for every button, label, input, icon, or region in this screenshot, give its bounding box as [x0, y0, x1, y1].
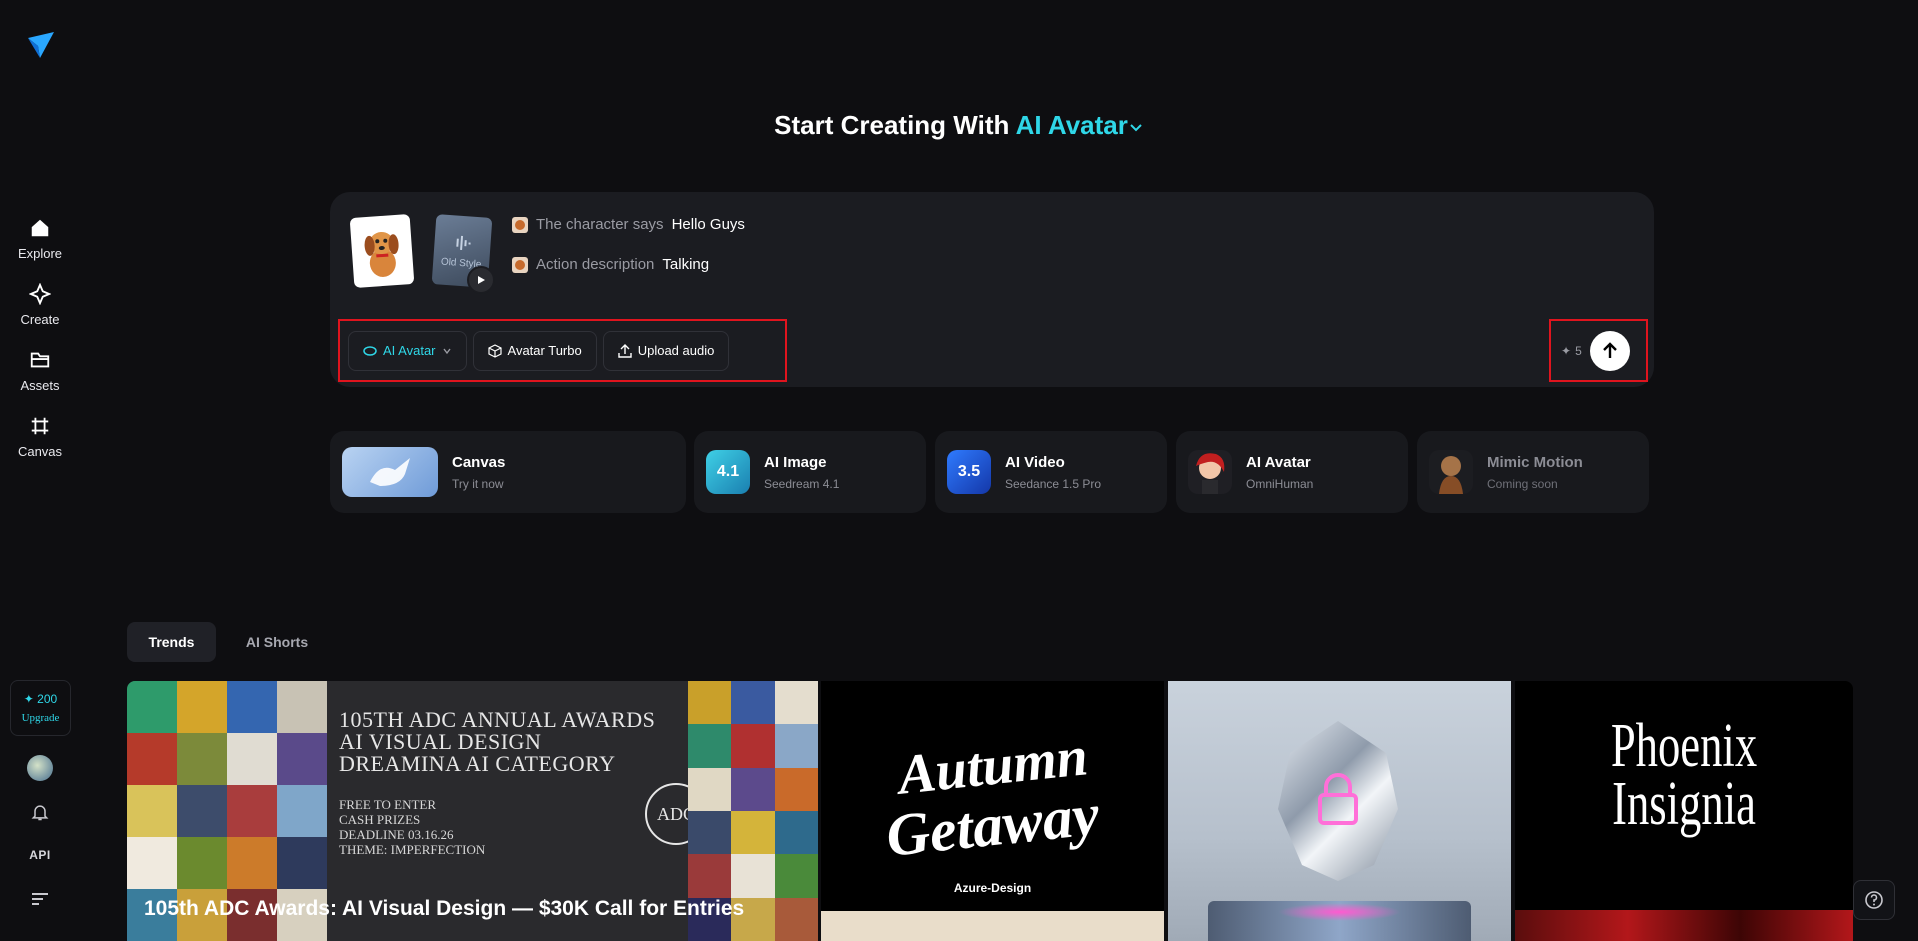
feature-subtitle: Coming soon	[1487, 476, 1558, 491]
trend-card-phoenix[interactable]: Phoenix Insignia	[1515, 681, 1853, 941]
seedream-icon: 4.1	[706, 450, 750, 494]
bell-icon[interactable]	[30, 802, 50, 822]
toolbar-highlight: AI Avatar Avatar Turbo Upload audio	[338, 319, 787, 382]
pedestal-glow	[1278, 903, 1401, 921]
trend-card-adc[interactable]: 105TH ADC ANNUAL AWARDS AI VISUAL DESIGN…	[127, 681, 818, 941]
credit-cost: ✦ 5	[1561, 343, 1582, 358]
sidebar-item-canvas[interactable]: Canvas	[0, 414, 80, 459]
autumn-next-preview	[821, 911, 1164, 941]
prompt-card: Old Style The character says Hello Guys …	[330, 192, 1654, 387]
prompt-key: The character says	[536, 216, 664, 233]
help-icon	[1865, 891, 1883, 909]
mimic-character-icon	[1429, 450, 1473, 494]
sidebar: Explore Create Assets Canvas ✦ 200 Upgra…	[0, 0, 80, 941]
mode-select-button[interactable]: AI Avatar	[348, 330, 467, 371]
feature-title: AI Avatar	[1246, 453, 1311, 471]
help-button[interactable]	[1853, 880, 1895, 920]
seedance-icon: 3.5	[947, 450, 991, 494]
feature-subtitle: Seedream 4.1	[764, 476, 840, 491]
upload-icon	[618, 343, 632, 358]
page-title: Start Creating With AI Avatar	[0, 110, 1918, 141]
phoenix-next-preview	[1515, 910, 1853, 941]
lock-icon	[1318, 773, 1358, 825]
folder-icon	[28, 348, 52, 372]
character-mini-icon	[512, 216, 528, 233]
waveform-icon	[456, 235, 471, 250]
chevron-down-icon	[1130, 124, 1142, 132]
feature-subtitle: Seedance 1.5 Pro	[1005, 476, 1102, 491]
action-description-line[interactable]: Action description Talking	[512, 256, 709, 273]
cube-icon	[487, 343, 502, 358]
canvas-icon	[28, 414, 52, 438]
pegasus-icon	[342, 447, 438, 497]
feature-title: Mimic Motion	[1487, 453, 1583, 471]
title-prefix: Start Creating With	[774, 110, 1010, 140]
credits-upgrade-box[interactable]: ✦ 200 Upgrade	[10, 680, 71, 736]
avatar-character-icon	[1188, 450, 1232, 494]
play-icon	[478, 276, 485, 284]
api-link[interactable]: API	[0, 848, 80, 862]
upload-audio-button[interactable]: Upload audio	[602, 330, 730, 371]
character-mini-icon	[512, 256, 528, 273]
generate-button[interactable]	[1589, 330, 1630, 371]
menu-icon[interactable]	[31, 892, 49, 906]
prompt-key: Action description	[536, 256, 655, 273]
dreamina-logo-icon[interactable]	[26, 30, 56, 60]
character-image-thumbnail[interactable]	[349, 213, 415, 289]
feature-canvas[interactable]: Canvas Try it now	[330, 431, 686, 513]
home-icon	[28, 216, 52, 240]
play-audio-button[interactable]	[467, 266, 495, 294]
avatar-mode-icon	[363, 345, 377, 356]
arrow-up-icon	[1602, 341, 1617, 358]
feature-mimic-motion[interactable]: Mimic Motion Coming soon	[1417, 431, 1649, 513]
avatar[interactable]	[27, 755, 53, 781]
upgrade-link[interactable]: Upgrade	[22, 712, 60, 724]
feature-title: AI Image	[764, 453, 827, 471]
dog-character-icon	[364, 232, 399, 277]
send-highlight: ✦ 5	[1549, 319, 1648, 382]
mode-dropdown[interactable]: AI Avatar	[1016, 110, 1144, 140]
sidebar-item-assets[interactable]: Assets	[0, 348, 80, 393]
feature-title: AI Video	[1005, 453, 1065, 471]
autumn-art: Autumn Getaway Azure-Design	[821, 681, 1164, 911]
adc-headline: 105TH ADC ANNUAL AWARDS AI VISUAL DESIGN…	[339, 707, 656, 776]
feature-ai-avatar[interactable]: AI Avatar OmniHuman	[1176, 431, 1408, 513]
credits-count: ✦ 200	[23, 692, 58, 706]
prompt-value[interactable]: Hello Guys	[672, 216, 745, 233]
sidebar-item-label: Assets	[20, 378, 60, 393]
sidebar-item-label: Canvas	[17, 444, 63, 459]
sidebar-item-explore[interactable]: Explore	[0, 216, 80, 261]
feature-subtitle: OmniHuman	[1246, 476, 1314, 491]
adc-details: FREE TO ENTER CASH PRIZES DEADLINE 03.16…	[339, 797, 486, 857]
model-select-button[interactable]: Avatar Turbo	[472, 330, 597, 371]
feature-ai-video[interactable]: 3.5 AI Video Seedance 1.5 Pro	[935, 431, 1167, 513]
sidebar-item-create[interactable]: Create	[0, 282, 80, 327]
trend-card-lock[interactable]	[1168, 681, 1511, 941]
chevron-down-icon	[442, 348, 451, 354]
card-caption: 105th ADC Awards: AI Visual Design — $30…	[144, 897, 745, 920]
trend-card-autumn[interactable]: Autumn Getaway Azure-Design	[821, 681, 1164, 941]
feature-title: Canvas	[452, 453, 506, 471]
feature-ai-image[interactable]: 4.1 AI Image Seedream 4.1	[694, 431, 926, 513]
sidebar-item-label: Create	[20, 312, 60, 327]
autumn-brand: Azure-Design	[953, 881, 1032, 895]
sidebar-item-label: Explore	[17, 246, 63, 261]
feature-subtitle: Try it now	[452, 476, 504, 491]
sparkle-icon	[28, 282, 52, 306]
prompt-value[interactable]: Talking	[662, 256, 709, 273]
tab-trends[interactable]: Trends	[127, 622, 216, 662]
tab-ai-shorts[interactable]: AI Shorts	[230, 622, 324, 662]
character-says-line[interactable]: The character says Hello Guys	[512, 216, 745, 233]
phoenix-insignia-title: Phoenix Insignia	[1610, 712, 1758, 838]
